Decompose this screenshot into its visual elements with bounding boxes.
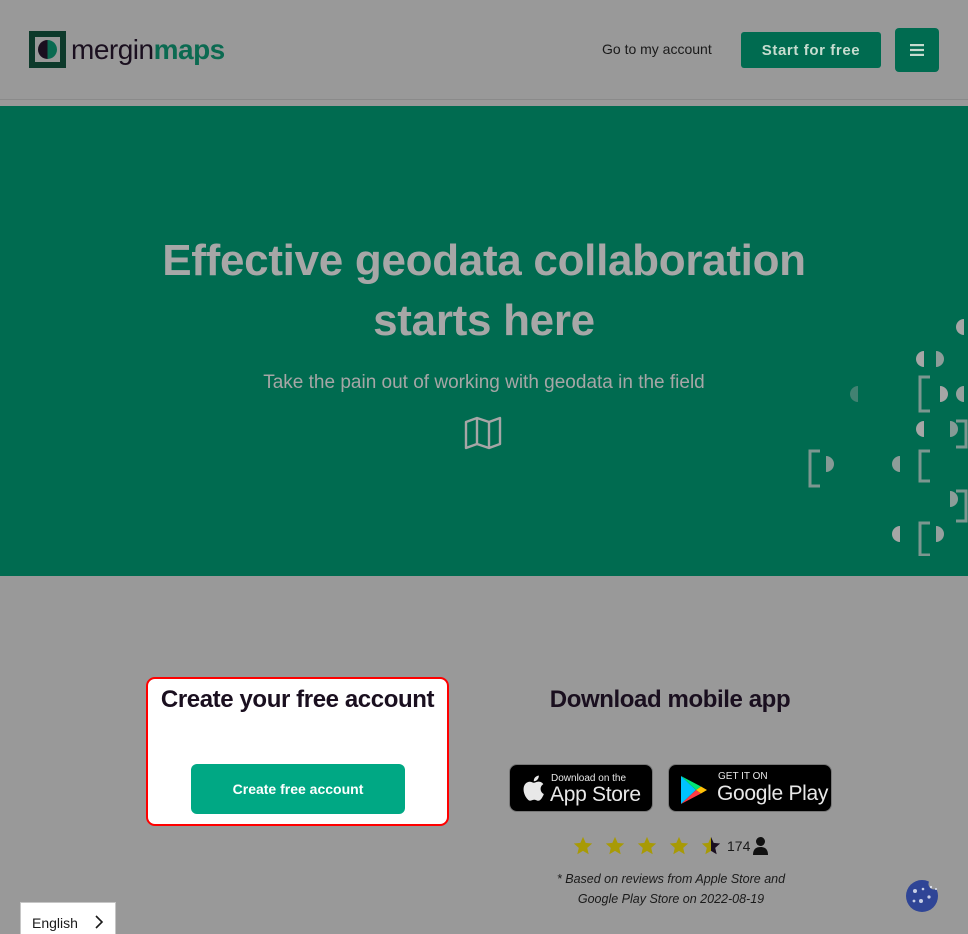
- app-store-button[interactable]: Download on the App Store: [509, 764, 653, 812]
- decorative-pattern-icon: [808, 319, 968, 556]
- signup-title: Create your free account: [160, 686, 435, 713]
- rating-stars: [572, 835, 732, 857]
- hero-title: Effective geodata collaboration starts h…: [100, 231, 868, 351]
- hamburger-menu-icon: [910, 44, 924, 56]
- half-star-icon: [701, 836, 721, 855]
- hero-title-rest: geodata collaboration starts here: [342, 236, 806, 345]
- site-header: merginmaps Go to my account Start for fr…: [0, 0, 968, 100]
- google-play-icon: [681, 776, 707, 804]
- chevron-right-icon: [95, 915, 104, 929]
- apple-icon: [523, 775, 544, 801]
- rating-count: 174: [727, 838, 751, 854]
- hero-title-emphasis: Effective: [162, 236, 343, 285]
- logo-mark-icon: [29, 31, 66, 68]
- language-label: English: [32, 915, 78, 931]
- menu-button[interactable]: [895, 28, 939, 72]
- app-store-big-text: App Store: [550, 783, 641, 806]
- ratings-note: * Based on reviews from Apple Store and …: [556, 872, 786, 906]
- star-icon: [637, 836, 657, 855]
- star-icon: [573, 836, 593, 855]
- go-to-account-link[interactable]: Go to my account: [602, 41, 712, 57]
- star-icon: [669, 836, 689, 855]
- language-selector[interactable]: English: [20, 902, 116, 934]
- google-play-big-text: Google Play: [717, 782, 829, 805]
- google-play-small-text: GET IT ON: [718, 771, 768, 782]
- create-free-account-button[interactable]: Create free account: [191, 764, 405, 814]
- google-play-button[interactable]: GET IT ON Google Play: [668, 764, 832, 812]
- cookie-settings-icon[interactable]: [904, 877, 940, 913]
- start-for-free-button[interactable]: Start for free: [741, 32, 881, 68]
- download-title: Download mobile app: [549, 686, 791, 713]
- map-icon: [464, 416, 502, 450]
- person-icon: [753, 837, 768, 855]
- mergin-maps-logo[interactable]: merginmaps: [29, 31, 225, 68]
- logo-wordmark: merginmaps: [71, 34, 225, 65]
- hero-section: Effective geodata collaboration starts h…: [0, 106, 968, 576]
- star-icon: [605, 836, 625, 855]
